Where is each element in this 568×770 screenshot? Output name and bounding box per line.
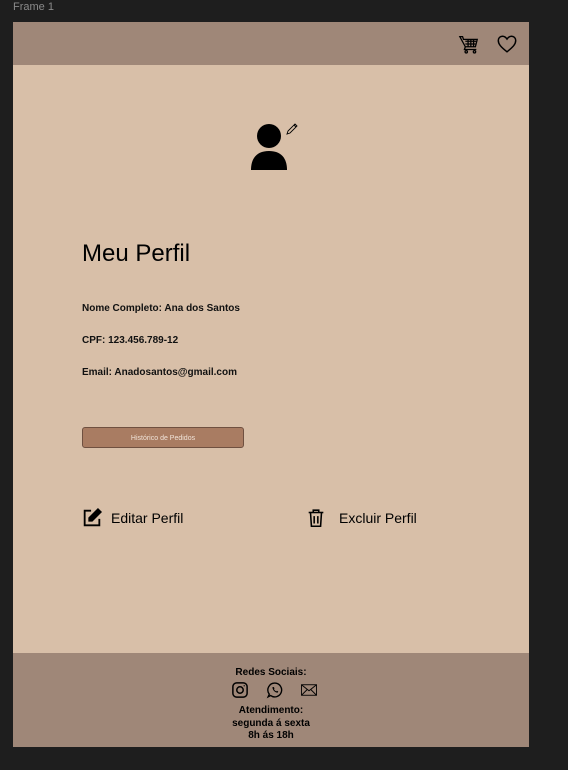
whatsapp-icon[interactable] xyxy=(266,681,284,699)
social-icons xyxy=(231,681,321,701)
heart-icon[interactable] xyxy=(496,33,518,55)
full-name-text: Nome Completo: Ana dos Santos xyxy=(82,303,240,314)
page-title: Meu Perfil xyxy=(82,240,191,267)
hours-title: Atendimento: xyxy=(238,705,304,716)
delete-profile-button[interactable]: Excluir Perfil xyxy=(305,507,417,529)
frame-label: Frame 1 xyxy=(13,1,54,13)
social-title: Redes Sociais: xyxy=(235,667,307,678)
edit-profile-button[interactable]: Editar Perfil xyxy=(81,507,183,529)
opening-hours: Atendimento: segunda á sexta 8h ás 18h xyxy=(13,705,529,743)
instagram-icon[interactable] xyxy=(231,681,249,699)
footer: Redes Sociais: Atendimento: segunda á se… xyxy=(13,653,529,747)
cpf-text: CPF: 123.456.789-12 xyxy=(82,335,179,346)
edit-profile-label: Editar Perfil xyxy=(111,510,184,526)
email-text: Email: Anadosantos@gmail.com xyxy=(82,367,237,378)
edit-photo-icon[interactable] xyxy=(285,122,299,136)
edit-icon xyxy=(83,507,103,527)
order-history-button[interactable]: Histórico de Pedidos xyxy=(82,427,244,448)
mail-icon[interactable] xyxy=(300,681,318,699)
delete-profile-label: Excluir Perfil xyxy=(339,510,417,526)
cart-icon[interactable] xyxy=(458,33,480,55)
hours-time: 8h ás 18h xyxy=(248,730,294,741)
trash-icon xyxy=(308,509,324,528)
top-header xyxy=(13,22,529,65)
page-frame: Meu Perfil Nome Completo: Ana dos Santos… xyxy=(13,22,529,747)
hours-days: segunda á sexta xyxy=(232,717,310,729)
